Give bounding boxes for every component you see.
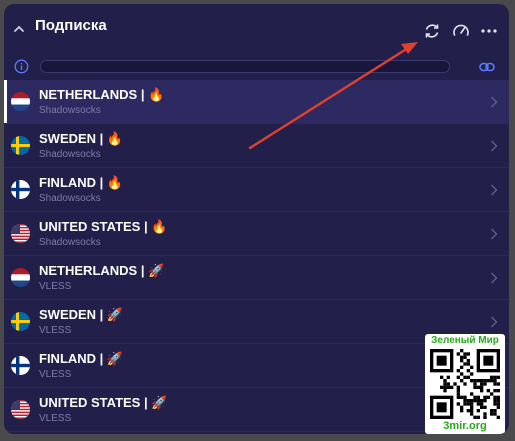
server-protocol: VLESS <box>39 325 72 336</box>
chevron-right-icon <box>490 140 498 152</box>
finland-flag-icon <box>11 180 30 199</box>
server-name-text: NETHERLANDS | <box>39 87 149 102</box>
finland-flag-icon <box>11 356 30 375</box>
watermark: Зеленый Мир 3mir.org <box>425 334 505 434</box>
netherlands-flag-icon <box>11 92 30 111</box>
speedometer-icon[interactable] <box>451 21 471 41</box>
server-emoji: 🚀 <box>106 351 124 366</box>
server-emoji: 🚀 <box>106 307 124 322</box>
url-progress-bar <box>40 60 450 73</box>
refresh-icon[interactable] <box>422 21 442 41</box>
server-emoji: 🚀 <box>151 395 168 410</box>
server-name: SWEDEN | 🚀 <box>39 307 123 323</box>
chevron-right-icon <box>490 184 498 196</box>
server-name-text: SWEDEN | <box>39 131 107 146</box>
info-row <box>4 54 509 79</box>
server-list-item[interactable]: NETHERLANDS | 🚀 VLESS <box>4 256 509 300</box>
server-protocol: Shadowsocks <box>39 237 101 248</box>
united-states-flag-icon <box>11 224 30 243</box>
server-emoji: 🔥 <box>106 131 124 146</box>
server-emoji: 🔥 <box>151 219 168 234</box>
server-list-item[interactable]: SWEDEN | 🔥 Shadowsocks <box>4 124 509 168</box>
server-list-item[interactable]: FINLAND | 🔥 Shadowsocks <box>4 168 509 212</box>
qr-code-image <box>430 349 500 419</box>
server-protocol: VLESS <box>39 281 72 292</box>
server-protocol: VLESS <box>39 369 72 380</box>
server-name-text: SWEDEN | <box>39 307 107 322</box>
server-protocol: VLESS <box>39 413 72 424</box>
server-list-item[interactable]: NETHERLANDS | 🔥 Shadowsocks <box>4 80 509 124</box>
watermark-bottom-text: 3mir.org <box>443 420 487 432</box>
chevron-right-icon <box>490 96 498 108</box>
server-emoji: 🔥 <box>106 175 124 190</box>
chevron-up-icon[interactable] <box>12 22 26 36</box>
server-name-text: UNITED STATES | <box>39 219 152 234</box>
server-name-text: FINLAND | <box>39 175 107 190</box>
server-name: NETHERLANDS | 🔥 <box>39 87 164 103</box>
server-name-text: UNITED STATES | <box>39 395 152 410</box>
subscription-panel: Подписка NETHERLANDS | 🔥 Shadowsocks SWE… <box>4 4 509 434</box>
watermark-top-text: Зеленый Мир <box>431 335 499 346</box>
server-name-text: NETHERLANDS | <box>39 263 149 278</box>
united-states-flag-icon <box>11 400 30 419</box>
server-list-item[interactable]: UNITED STATES | 🔥 Shadowsocks <box>4 212 509 256</box>
more-icon[interactable] <box>479 21 499 41</box>
netherlands-flag-icon <box>11 268 30 287</box>
chevron-right-icon <box>490 272 498 284</box>
server-protocol: Shadowsocks <box>39 149 101 160</box>
panel-title: Подписка <box>35 17 107 34</box>
panel-header[interactable]: Подписка <box>4 4 509 54</box>
chevron-right-icon <box>490 316 498 328</box>
server-emoji: 🔥 <box>148 87 165 102</box>
sweden-flag-icon <box>11 136 30 155</box>
server-name: FINLAND | 🚀 <box>39 351 123 367</box>
server-name: NETHERLANDS | 🚀 <box>39 263 164 279</box>
server-name: UNITED STATES | 🚀 <box>39 395 167 411</box>
link-icon[interactable] <box>478 58 496 76</box>
info-icon[interactable] <box>14 59 29 74</box>
chevron-right-icon <box>490 228 498 240</box>
sweden-flag-icon <box>11 312 30 331</box>
server-protocol: Shadowsocks <box>39 193 101 204</box>
server-name: UNITED STATES | 🔥 <box>39 219 167 235</box>
server-name-text: FINLAND | <box>39 351 107 366</box>
server-emoji: 🚀 <box>148 263 165 278</box>
server-name: FINLAND | 🔥 <box>39 175 123 191</box>
server-protocol: Shadowsocks <box>39 105 101 116</box>
server-name: SWEDEN | 🔥 <box>39 131 123 147</box>
